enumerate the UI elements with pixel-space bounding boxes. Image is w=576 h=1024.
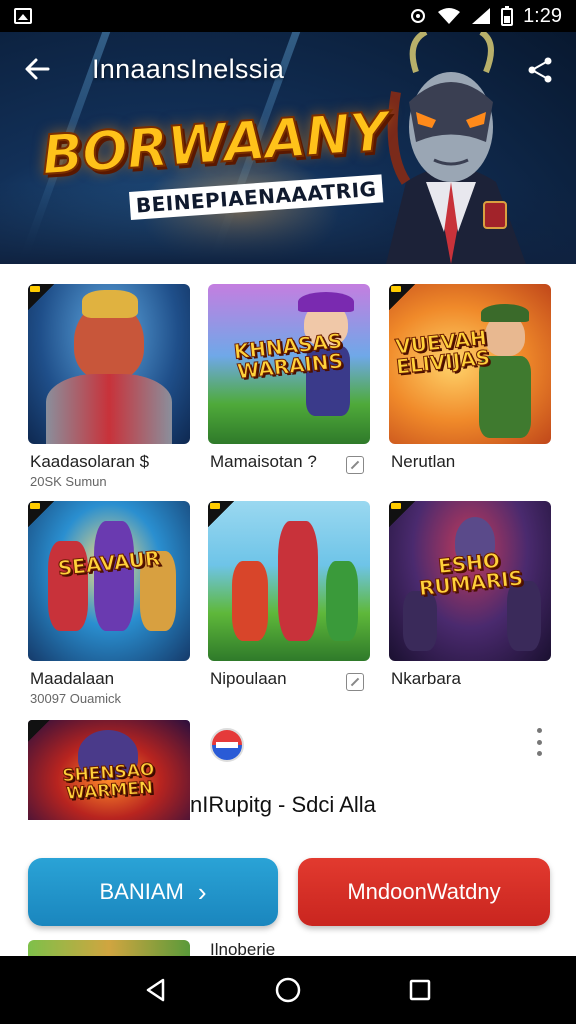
badge-icon — [28, 501, 54, 527]
secondary-action-label: MndoonWatdny — [347, 879, 501, 904]
circle-home-icon — [275, 977, 301, 1003]
game-tile[interactable]: KHNASAS WARAINS — [208, 284, 370, 444]
character-cap — [481, 304, 529, 322]
back-button[interactable] — [22, 54, 56, 88]
badge-icon — [28, 284, 54, 310]
game-tile[interactable] — [28, 284, 190, 444]
game-tile[interactable]: SEAVAUR — [28, 501, 190, 661]
chevron-right-icon: › — [197, 877, 207, 907]
tile-caption: Maadalaan — [30, 669, 115, 688]
list-thumb-text: SHENSAO WARMEN — [61, 759, 156, 804]
tile-caption: Kaadasolaran $ — [30, 452, 150, 471]
character-body — [507, 581, 541, 651]
edit-icon[interactable] — [346, 673, 364, 691]
character-body — [326, 561, 358, 641]
list-thumbnail[interactable]: SHENSAO WARMEN — [28, 720, 190, 820]
badge-icon — [208, 501, 234, 527]
signal-icon — [472, 8, 491, 24]
tile-art-text: VUEVAH ELIVIJAS — [394, 325, 492, 379]
primary-action-button[interactable]: BANIAM › — [28, 858, 278, 926]
badge-icon — [389, 284, 415, 310]
badge-icon — [389, 501, 415, 527]
primary-action-label: BANIAM — [99, 879, 184, 904]
secondary-action-button[interactable]: MndoonWatdny — [298, 858, 550, 926]
hero-banner: InnaansInelssia BORWAANY BEINEPIAENAAATR… — [0, 32, 576, 264]
tile-caption: Nkarbara — [391, 669, 461, 688]
list-item-title: nIRupitg - Sdci Alla — [190, 792, 376, 817]
wifi-icon — [438, 8, 461, 24]
status-bar: 1:29 — [0, 0, 576, 32]
character-armor — [46, 374, 172, 444]
game-tile[interactable]: ESHO RUMARIS — [389, 501, 551, 661]
tile-caption: Nerutlan — [391, 452, 456, 471]
character-hair — [82, 290, 138, 318]
badge-icon — [28, 720, 50, 742]
image-notification-icon — [14, 8, 32, 24]
character-hat — [298, 292, 354, 312]
system-nav-bar — [0, 956, 576, 1024]
edit-icon[interactable] — [346, 456, 364, 474]
square-recents-icon — [409, 979, 431, 1001]
nav-home-button[interactable] — [268, 970, 308, 1010]
app-title: InnaansInelssia — [92, 54, 285, 84]
tile-subcaption: 20SK Sumun — [30, 474, 107, 489]
nav-recents-button[interactable] — [400, 970, 440, 1010]
status-icons: 1:29 — [409, 5, 562, 28]
tile-caption: Mamaisotan ? — [210, 452, 317, 471]
tile-subcaption: 30097 Ouamick — [30, 691, 122, 706]
character-body — [278, 521, 318, 641]
character-body — [232, 561, 268, 641]
game-tile[interactable]: VUEVAH ELIVIJAS — [389, 284, 551, 444]
location-icon — [411, 9, 426, 23]
more-options-icon[interactable] — [534, 728, 544, 756]
status-time: 1:29 — [523, 4, 562, 27]
back-arrow-icon — [25, 58, 50, 80]
next-item-title: Ilnoberie — [210, 940, 276, 956]
game-tile[interactable] — [208, 501, 370, 661]
nav-back-button[interactable] — [136, 970, 176, 1010]
publisher-avatar — [210, 728, 244, 762]
tile-caption: Nipoulaan — [210, 669, 287, 688]
share-button[interactable] — [526, 56, 554, 84]
battery-icon — [501, 6, 514, 26]
share-icon — [528, 57, 552, 83]
triangle-back-icon — [146, 978, 165, 1002]
